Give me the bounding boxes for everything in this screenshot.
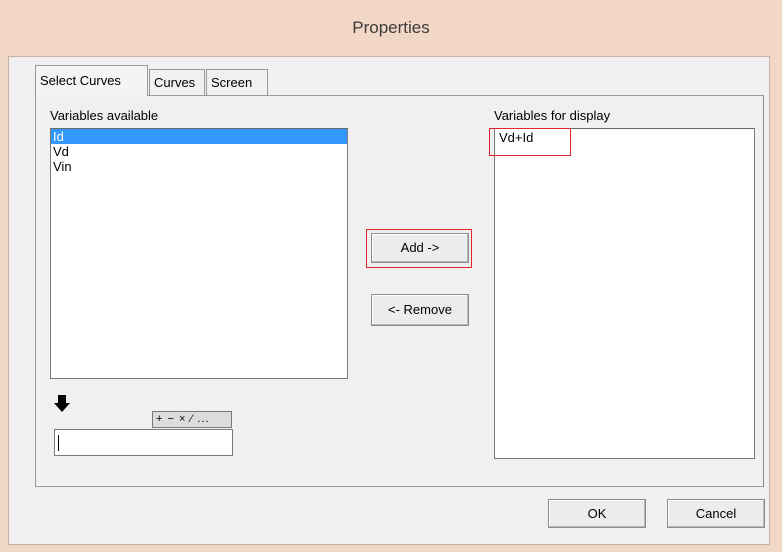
add-button-highlight <box>366 229 472 268</box>
list-item[interactable]: Id <box>51 129 347 144</box>
down-arrow-icon[interactable] <box>54 395 70 413</box>
variables-available-label: Variables available <box>50 108 159 123</box>
cancel-button[interactable]: Cancel <box>667 499 765 528</box>
ok-button[interactable]: OK <box>548 499 646 528</box>
list-item[interactable]: Vin <box>51 159 347 174</box>
display-item-highlight <box>489 128 571 156</box>
window-title: Properties <box>352 18 430 37</box>
expression-input[interactable] <box>54 429 233 456</box>
variables-for-display-list[interactable]: Vd+Id <box>494 128 755 459</box>
select-curves-panel: Variables available Id Vd Vin + − × ⁄ ..… <box>35 95 764 487</box>
list-item[interactable]: Vd <box>51 144 347 159</box>
properties-dialog: Properties Select Curves Curves Screen V… <box>0 0 782 552</box>
variables-for-display-label: Variables for display <box>494 108 611 123</box>
dialog-body: Select Curves Curves Screen Variables av… <box>8 56 770 545</box>
operator-toolbar[interactable]: + − × ⁄ ... <box>152 411 232 428</box>
title-bar[interactable]: Properties <box>0 0 782 56</box>
tab-select-curves[interactable]: Select Curves <box>35 65 148 96</box>
tab-curves[interactable]: Curves <box>149 69 205 95</box>
tab-screen[interactable]: Screen <box>206 69 268 95</box>
remove-button[interactable]: <- Remove <box>371 294 469 326</box>
text-caret <box>58 435 59 451</box>
variables-available-list[interactable]: Id Vd Vin <box>50 128 348 379</box>
